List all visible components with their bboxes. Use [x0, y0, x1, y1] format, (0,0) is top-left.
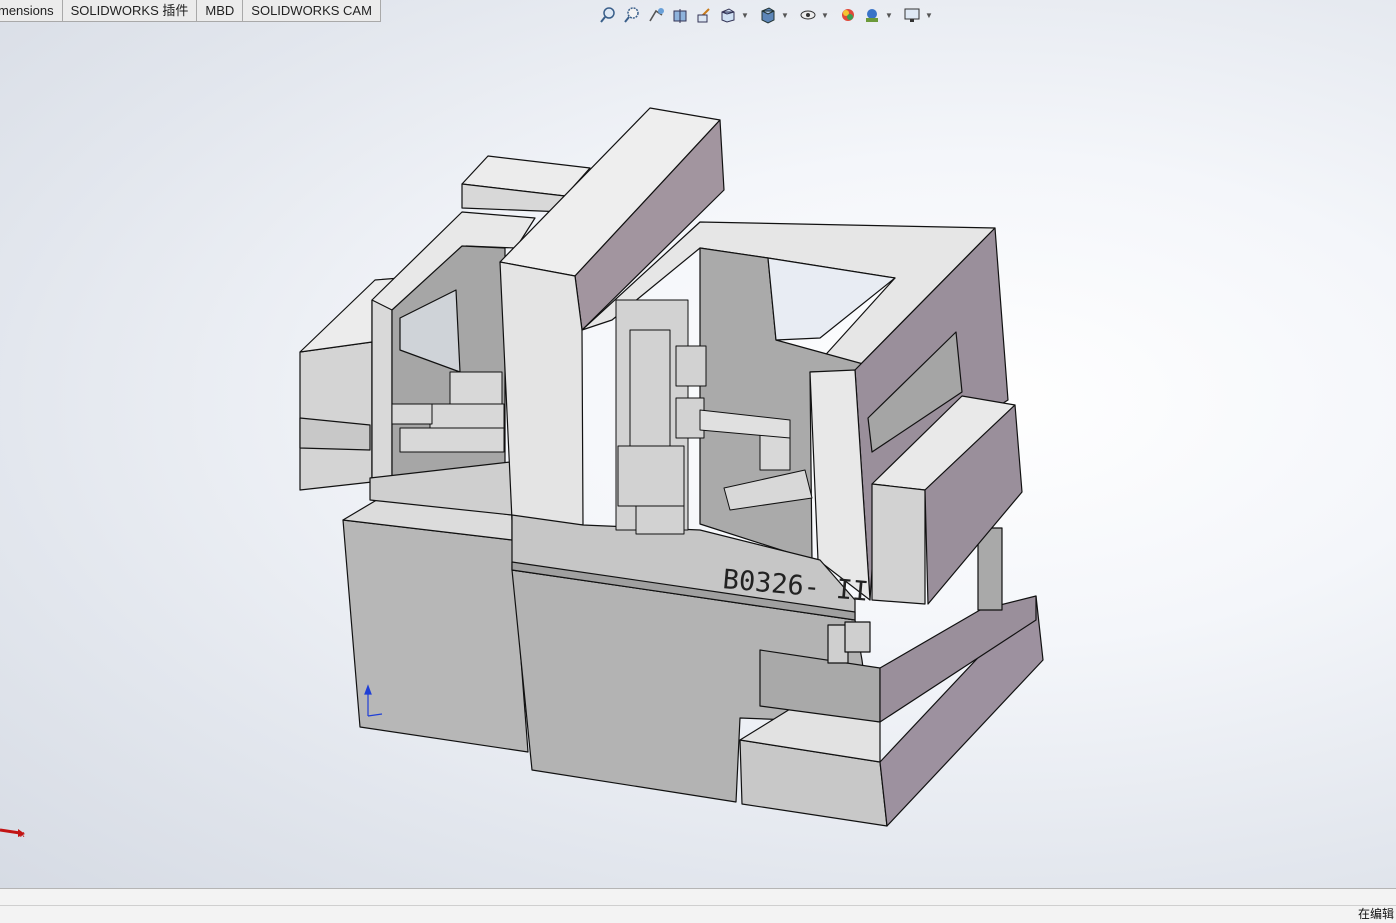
- tab-dimensions[interactable]: mensions: [0, 0, 63, 21]
- display-style-dropdown[interactable]: ▼: [780, 4, 790, 26]
- tab-solidworks-addins[interactable]: SOLIDWORKS 插件: [62, 0, 198, 21]
- tab-mbd[interactable]: MBD: [197, 0, 244, 21]
- view-orientation-dropdown[interactable]: ▼: [740, 4, 750, 26]
- view-settings-icon[interactable]: [900, 4, 924, 26]
- edit-appearance-icon[interactable]: [836, 4, 860, 26]
- status-text: 在编辑: [1357, 907, 1394, 921]
- machine-3d-model[interactable]: B0326- II x: [0, 0, 1396, 888]
- hide-show-items-icon[interactable]: [796, 4, 820, 26]
- heads-up-view-toolbar: ▼ ▼ ▼ ▼ ▼: [596, 4, 934, 26]
- reference-triad: x: [0, 828, 25, 839]
- zoom-to-area-icon[interactable]: [620, 4, 644, 26]
- triad-x-label: x: [20, 829, 25, 839]
- command-manager-tabs: mensions SOLIDWORKS 插件 MBD SOLIDWORKS CA…: [0, 0, 381, 22]
- previous-view-icon[interactable]: [644, 4, 668, 26]
- view-orientation-icon[interactable]: [716, 4, 740, 26]
- dynamic-annotation-view-icon[interactable]: [692, 4, 716, 26]
- display-style-icon[interactable]: [756, 4, 780, 26]
- status-bar-divider: [0, 905, 1396, 906]
- zoom-to-fit-icon[interactable]: [596, 4, 620, 26]
- graphics-area[interactable]: B0326- II x mensions SOLIDWORKS 插件 MBD S…: [0, 0, 1396, 888]
- apply-scene-icon[interactable]: [860, 4, 884, 26]
- hide-show-items-dropdown[interactable]: ▼: [820, 4, 830, 26]
- tab-solidworks-cam[interactable]: SOLIDWORKS CAM: [243, 0, 381, 21]
- apply-scene-dropdown[interactable]: ▼: [884, 4, 894, 26]
- section-view-icon[interactable]: [668, 4, 692, 26]
- view-settings-dropdown[interactable]: ▼: [924, 4, 934, 26]
